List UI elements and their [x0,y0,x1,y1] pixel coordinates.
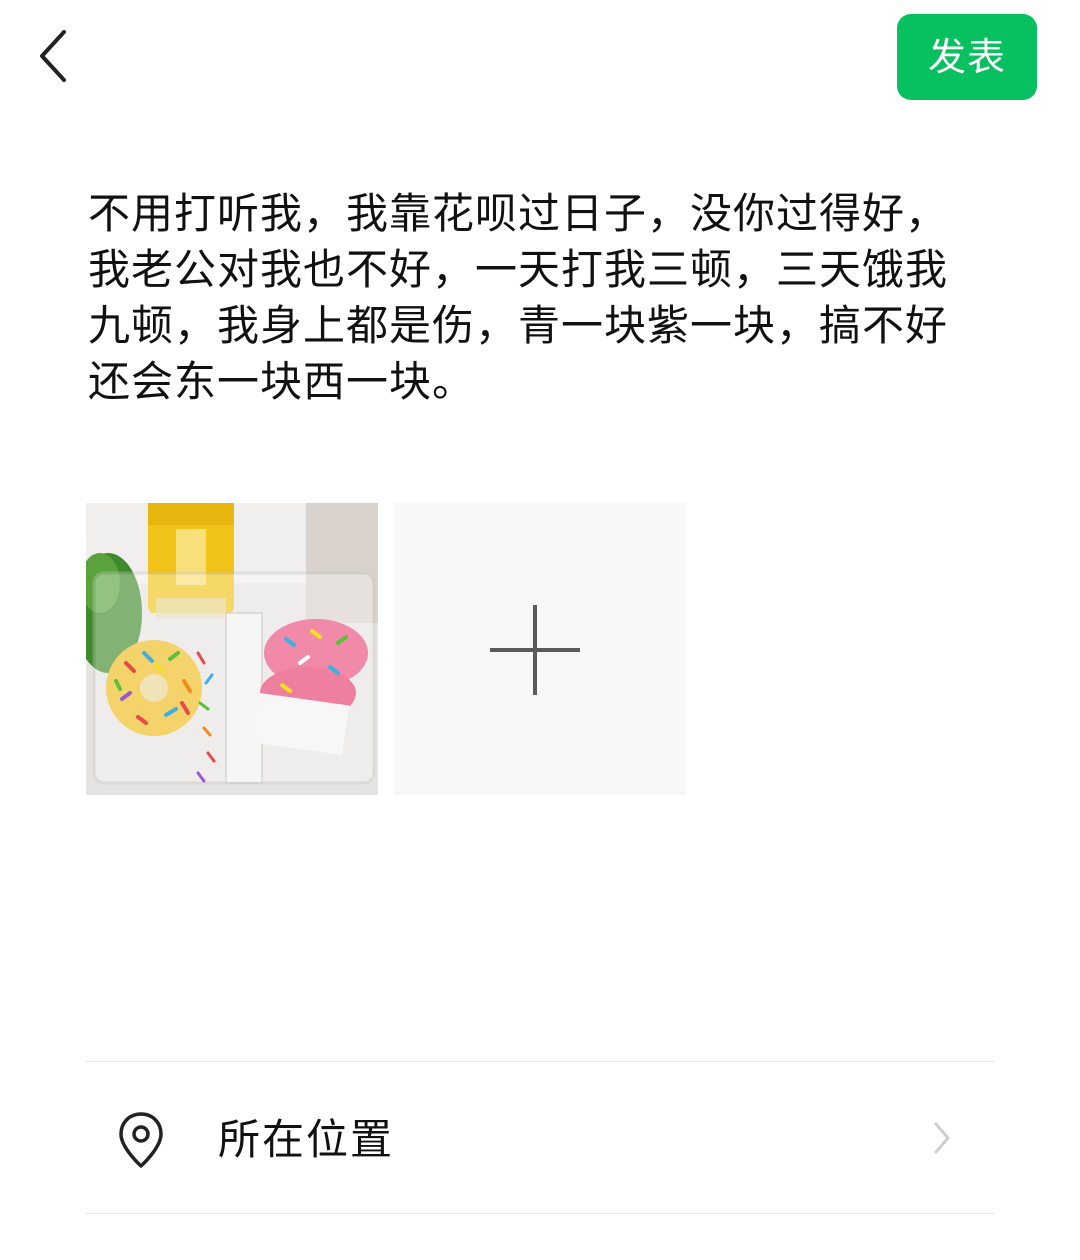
add-photo-button[interactable] [394,503,686,795]
photo-thumbnail[interactable] [86,503,378,795]
location-label: 所在位置 [218,1115,395,1164]
chevron-right-icon [934,1122,950,1154]
location-option[interactable]: 所在位置 [86,1062,994,1214]
chevron-left-icon [40,30,66,82]
photo-image [86,503,378,795]
divider [86,1213,994,1214]
publish-button[interactable]: 发表 [897,14,1037,100]
back-button[interactable] [30,26,80,86]
post-text[interactable]: 不用打听我，我靠花呗过日子，没你过得好，我老公对我也不好，一天打我三顿，三天饿我… [88,186,978,410]
location-pin-icon [119,1112,163,1168]
